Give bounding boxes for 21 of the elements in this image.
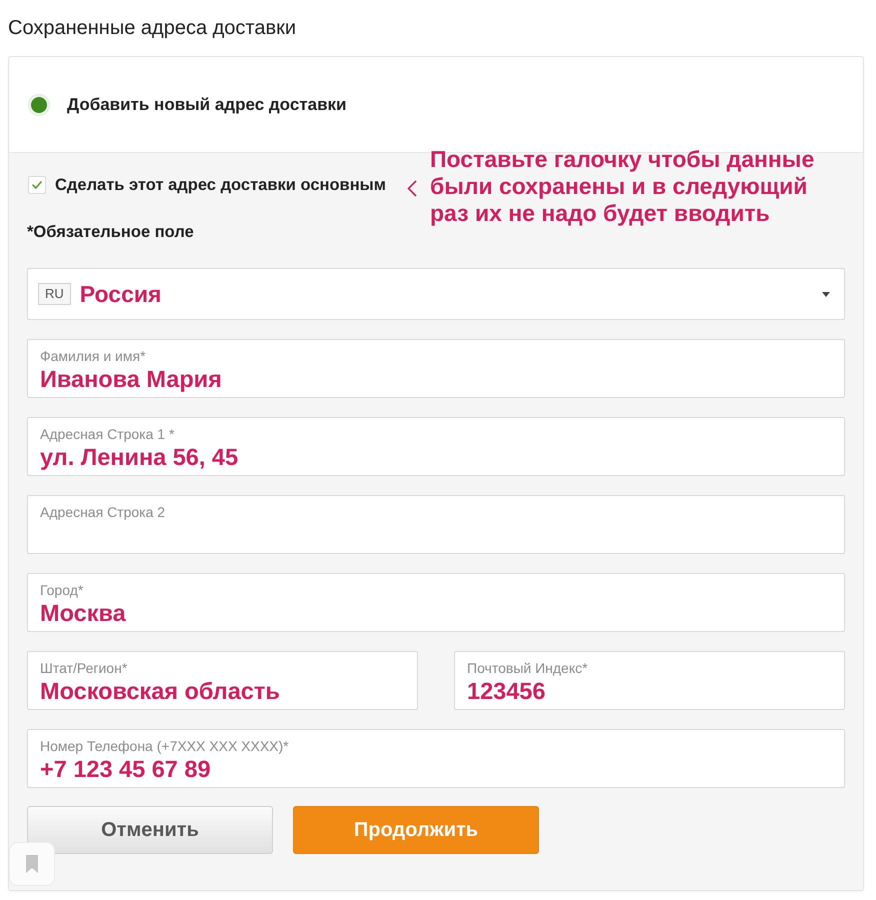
secondary-button[interactable]: Отменить [27, 806, 273, 854]
input-field[interactable]: Адресная Строка 2 [27, 495, 845, 554]
checkbox-label: Сделать этот адрес доставки основным [55, 176, 386, 194]
input-field[interactable]: Город* Москва [27, 573, 845, 632]
caret-icon [822, 292, 830, 296]
check-icon [32, 181, 42, 189]
input-field[interactable]: Штат/Регион* Московская область [27, 651, 418, 710]
input-field[interactable]: Фамилия и имя* Иванова Мария [27, 339, 845, 398]
bookmark-icon[interactable] [9, 842, 55, 886]
annotation-note: Поставьте галочку чтобы данные были сохранены и в следующий раз их не надо будет вводить [430, 146, 814, 227]
input-field[interactable]: Адресная Строка 1 * ул. Ленина 56, 45 [27, 417, 845, 476]
chevron-left-icon [407, 180, 417, 197]
country-select[interactable]: RU Россия [27, 268, 845, 320]
country-code-badge: RU [38, 283, 71, 305]
checkbox[interactable] [28, 176, 46, 194]
section-title: Сохраненные адреса доставки [8, 16, 296, 40]
radio-button[interactable] [28, 94, 50, 116]
required-note: *Обязательное поле [27, 223, 194, 242]
input-field[interactable]: Номер Телефона (+7XXX XXX XXXX)* +7 123 45 67 89 [27, 729, 845, 788]
option-label: Добавить новый адрес доставки [67, 94, 346, 114]
input-field[interactable]: Почтовый Индекс* 123456 [454, 651, 845, 710]
